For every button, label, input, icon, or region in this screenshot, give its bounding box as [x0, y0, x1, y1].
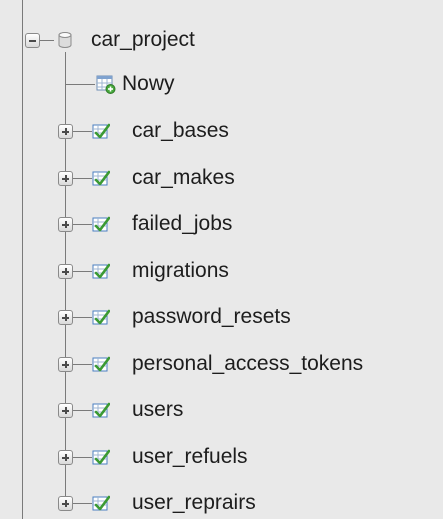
table-name-label[interactable]: user_refuels [132, 445, 248, 469]
navigation-tree: car_project Nowy car_bases car_makesfaile… [0, 0, 443, 519]
table-name-label[interactable]: car_makes [132, 166, 235, 190]
expand-table-toggle[interactable] [58, 217, 73, 232]
database-icon[interactable] [58, 32, 72, 48]
table-icon[interactable] [92, 262, 110, 280]
expand-table-toggle[interactable] [58, 403, 73, 418]
expand-table-toggle[interactable] [58, 124, 73, 139]
table-name-label[interactable]: personal_access_tokens [132, 352, 363, 376]
tree-line-table-connector [72, 317, 92, 318]
tree-line-table-connector [72, 457, 92, 458]
expand-table-toggle[interactable] [58, 171, 73, 186]
table-icon[interactable] [92, 401, 110, 419]
table-name-label[interactable]: password_resets [132, 305, 291, 329]
database-name[interactable]: car_project [91, 28, 195, 52]
table-icon[interactable] [92, 215, 110, 233]
tree-line-db-vertical [65, 52, 66, 507]
tree-line-table-connector [72, 503, 92, 504]
table-name-label[interactable]: user_reprairs [132, 491, 256, 515]
tree-line-table-connector [72, 131, 92, 132]
table-icon[interactable] [92, 122, 110, 140]
table-icon[interactable] [92, 448, 110, 466]
tree-line-table-connector [72, 410, 92, 411]
tree-line-db-connector [40, 40, 54, 41]
table-icon[interactable] [92, 169, 110, 187]
table-icon[interactable] [92, 308, 110, 326]
table-icon[interactable] [92, 355, 110, 373]
expand-table-toggle[interactable] [58, 264, 73, 279]
collapse-db-toggle[interactable] [25, 33, 40, 48]
expand-table-toggle[interactable] [58, 496, 73, 511]
table-icon[interactable] [92, 494, 110, 512]
tree-line-table-connector [72, 224, 92, 225]
expand-table-toggle[interactable] [58, 450, 73, 465]
table-name-label[interactable]: car_bases [132, 119, 229, 143]
tree-line-table-connector [72, 364, 92, 365]
table-name-label[interactable]: users [132, 398, 183, 422]
expand-table-toggle[interactable] [58, 310, 73, 325]
expand-table-toggle[interactable] [58, 357, 73, 372]
tree-line-table-connector [72, 178, 92, 179]
new-item-label[interactable]: Nowy [122, 72, 175, 96]
tree-line-table-connector [72, 271, 92, 272]
table-name-label[interactable]: failed_jobs [132, 212, 232, 236]
tree-line-new-connector [65, 84, 95, 85]
table-name-label[interactable]: migrations [132, 259, 229, 283]
tree-line-root-vertical [22, 0, 23, 519]
new-table-icon[interactable] [96, 74, 116, 94]
